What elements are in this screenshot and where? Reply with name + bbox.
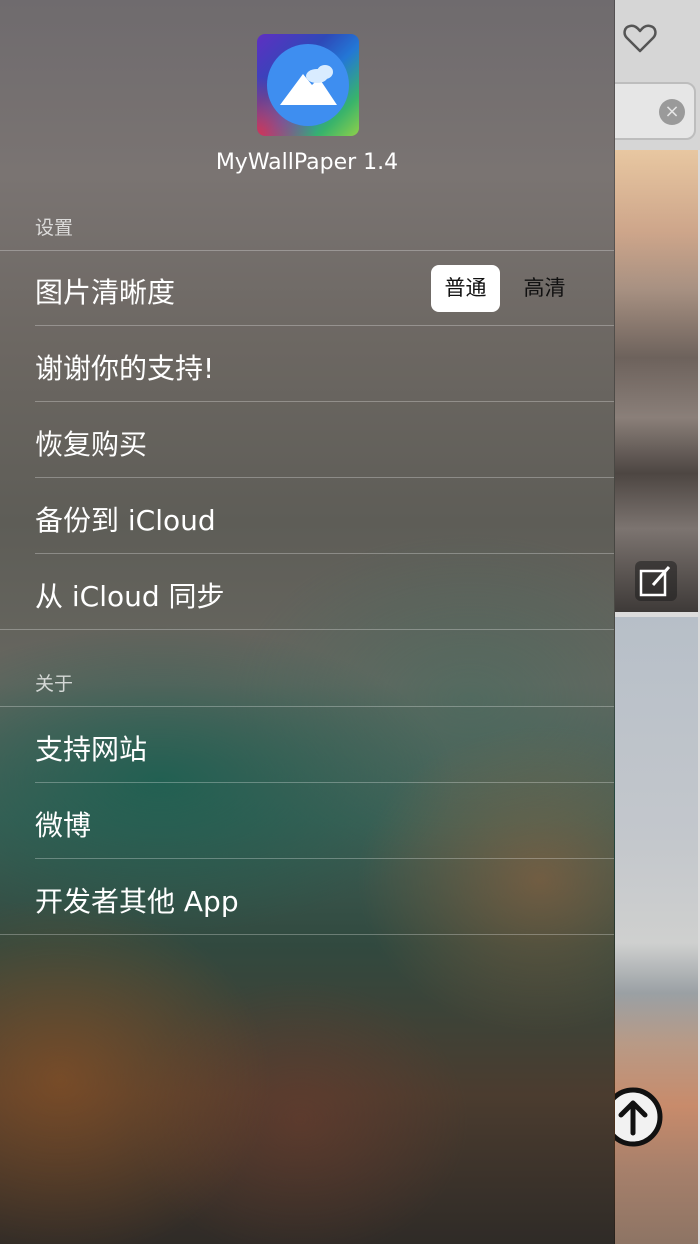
about-item-weibo[interactable]: 微博 [0, 784, 614, 859]
divider [0, 629, 614, 630]
segment-normal[interactable]: 普通 [431, 265, 500, 312]
divider [35, 553, 614, 554]
divider [35, 401, 614, 402]
settings-item-thanks[interactable]: 谢谢你的支持! [0, 327, 614, 402]
divider [35, 325, 614, 326]
app-name: MyWallPaper 1.4 [215, 150, 399, 175]
section-label-settings: 设置 [35, 217, 74, 239]
sync-label: 从 iCloud 同步 [35, 580, 225, 613]
image-quality-label: 图片清晰度 [35, 276, 176, 309]
thanks-label: 谢谢你的支持! [35, 352, 215, 385]
heart-icon[interactable] [622, 20, 658, 56]
edit-icon[interactable] [635, 561, 677, 601]
restore-label: 恢复购买 [35, 428, 148, 461]
settings-item-sync[interactable]: 从 iCloud 同步 [0, 555, 614, 630]
divider [0, 706, 614, 707]
section-label-about: 关于 [35, 673, 74, 695]
backup-label: 备份到 iCloud [35, 504, 216, 537]
weibo-label: 微博 [35, 809, 92, 842]
mountain-cloud-icon [267, 44, 349, 126]
clear-icon[interactable]: × [659, 99, 685, 125]
about-item-website[interactable]: 支持网站 [0, 708, 614, 783]
website-label: 支持网站 [35, 733, 148, 766]
divider [0, 934, 614, 935]
settings-item-backup[interactable]: 备份到 iCloud [0, 479, 614, 554]
divider [35, 782, 614, 783]
settings-drawer: MyWallPaper 1.4 设置 图片清晰度 普通 高清 谢谢你的支持! 恢… [0, 0, 615, 1244]
divider [35, 858, 614, 859]
wallpaper-thumbnail[interactable] [614, 617, 698, 1244]
app-logo [257, 34, 359, 136]
settings-item-restore[interactable]: 恢复购买 [0, 403, 614, 478]
quality-segmented-control[interactable]: 普通 高清 [431, 265, 581, 312]
other-apps-label: 开发者其他 App [35, 885, 239, 918]
divider [35, 477, 614, 478]
wallpaper-thumbnail[interactable] [614, 150, 698, 612]
segment-hd[interactable]: 高清 [508, 265, 581, 312]
about-item-other-apps[interactable]: 开发者其他 App [0, 860, 614, 935]
